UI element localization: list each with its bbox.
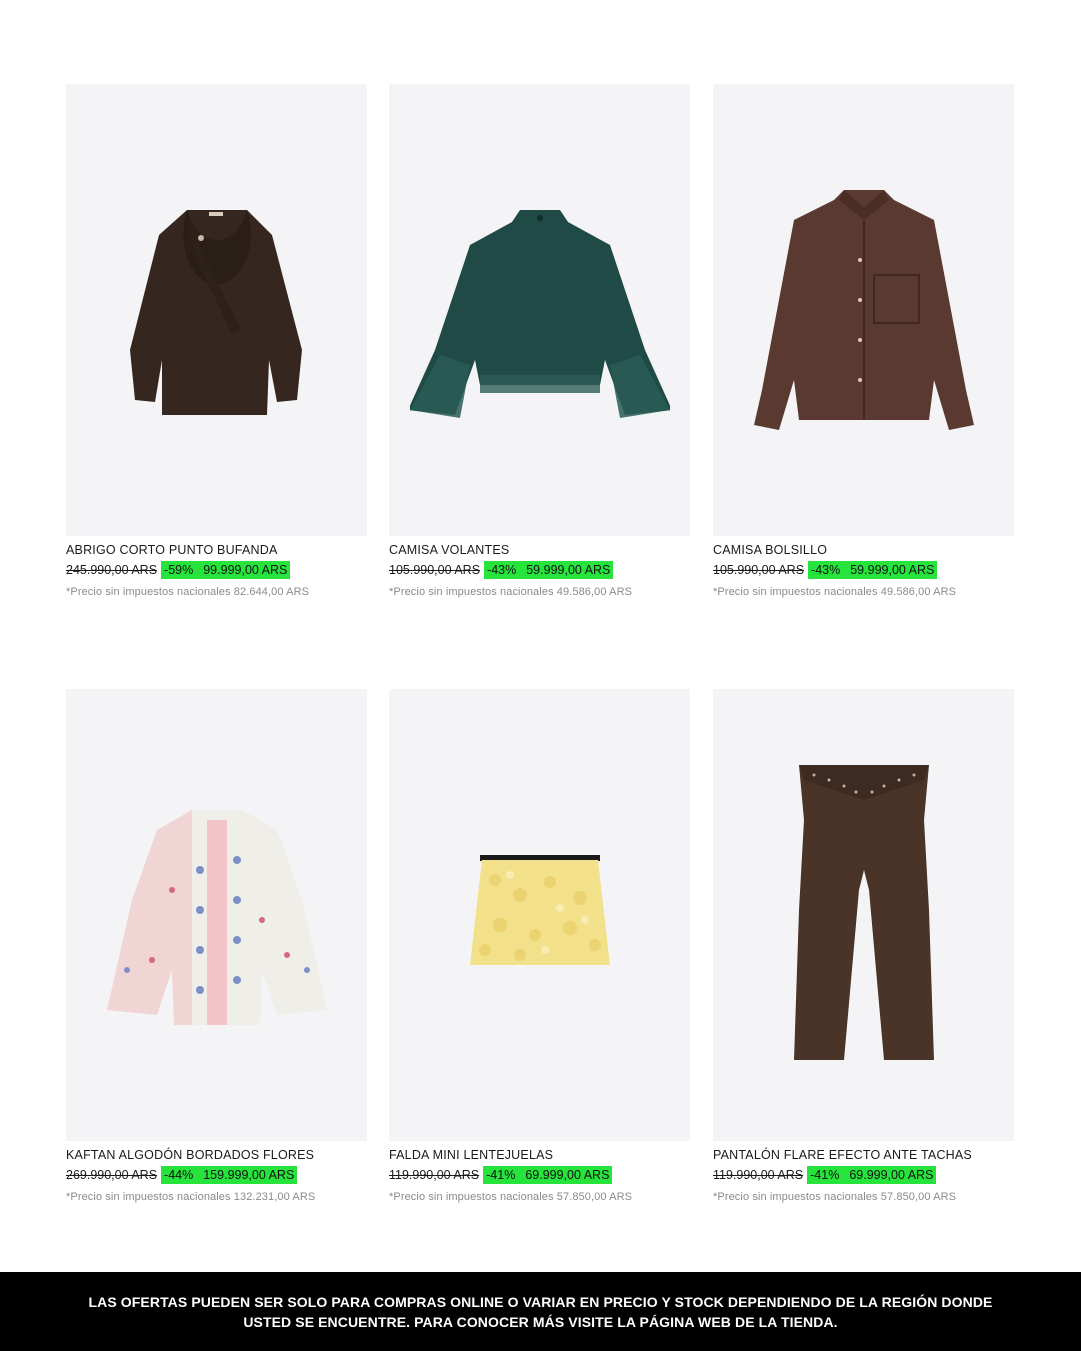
embroidered-kaftan-icon [106, 810, 327, 1025]
sale-price: 99.999,00 ARS [203, 563, 288, 577]
product-card[interactable]: CAMISA VOLANTES 105.990,00 ARS -43% 59.9… [389, 84, 690, 598]
product-card[interactable]: FALDA MINI LENTEJUELAS 119.990,00 ARS -4… [389, 689, 690, 1203]
green-ruffle-blouse-icon [409, 210, 670, 418]
tax-note: *Precio sin impuestos nacionales 49.586,… [389, 586, 633, 598]
discount-badge: -43% 59.999,00 ARS [808, 561, 938, 579]
product-card[interactable]: PANTALÓN FLARE EFECTO ANTE TACHAS 119.99… [713, 689, 1014, 1203]
product-card[interactable]: ABRIGO CORTO PUNTO BUFANDA 245.990,00 AR… [66, 84, 367, 598]
discount-badge: -41% 69.999,00 ARS [483, 1166, 613, 1184]
product-image[interactable] [713, 689, 1014, 1141]
old-price: 119.990,00 ARS [713, 1168, 804, 1182]
discount-percent: -59% [164, 563, 194, 577]
disclaimer-banner: LAS OFERTAS PUEDEN SER SOLO PARA COMPRAS… [0, 1272, 1081, 1351]
sequin-mini-skirt-icon [469, 855, 610, 965]
product-image[interactable] [713, 84, 1014, 536]
disclaimer-text: LAS OFERTAS PUEDEN SER SOLO PARA COMPRAS… [88, 1293, 993, 1330]
tax-note: *Precio sin impuestos nacionales 57.850,… [389, 1191, 633, 1203]
discount-badge: -41% 69.999,00 ARS [807, 1166, 937, 1184]
price-row: 245.990,00 ARS -59% 99.999,00 ARS [66, 561, 367, 579]
suede-flare-pants-icon [793, 765, 934, 1060]
price-row: 119.990,00 ARS -41% 69.999,00 ARS [389, 1166, 690, 1184]
tax-note: *Precio sin impuestos nacionales 82.644,… [66, 586, 310, 598]
product-image[interactable] [66, 84, 367, 536]
product-grid: ABRIGO CORTO PUNTO BUFANDA 245.990,00 AR… [0, 0, 1081, 1272]
discount-badge: -59% 99.999,00 ARS [161, 561, 291, 579]
brown-knit-coat-icon [129, 210, 302, 415]
product-card[interactable]: KAFTAN ALGODÓN BORDADOS FLORES 269.990,0… [66, 689, 367, 1203]
discount-percent: -43% [487, 563, 517, 577]
product-name[interactable]: KAFTAN ALGODÓN BORDADOS FLORES [66, 1148, 367, 1163]
price-row: 269.990,00 ARS -44% 159.999,00 ARS [66, 1166, 367, 1184]
discount-percent: -43% [811, 563, 841, 577]
old-price: 245.990,00 ARS [66, 563, 158, 577]
tax-note: *Precio sin impuestos nacionales 57.850,… [713, 1191, 957, 1203]
product-image[interactable] [389, 84, 690, 536]
price-row: 119.990,00 ARS -41% 69.999,00 ARS [713, 1166, 1014, 1184]
sale-price: 69.999,00 ARS [849, 1168, 934, 1182]
sale-price: 59.999,00 ARS [850, 563, 935, 577]
old-price: 269.990,00 ARS [66, 1168, 158, 1182]
discount-percent: -41% [486, 1168, 516, 1182]
tax-note: *Precio sin impuestos nacionales 49.586,… [713, 586, 957, 598]
sale-price: 159.999,00 ARS [203, 1168, 295, 1182]
product-name[interactable]: CAMISA VOLANTES [389, 543, 690, 558]
discount-badge: -44% 159.999,00 ARS [161, 1166, 298, 1184]
old-price: 105.990,00 ARS [713, 563, 805, 577]
sale-price: 69.999,00 ARS [525, 1168, 610, 1182]
product-name[interactable]: CAMISA BOLSILLO [713, 543, 1014, 558]
product-image[interactable] [66, 689, 367, 1141]
product-card[interactable]: CAMISA BOLSILLO 105.990,00 ARS -43% 59.9… [713, 84, 1014, 598]
discount-badge: -43% 59.999,00 ARS [484, 561, 614, 579]
product-name[interactable]: ABRIGO CORTO PUNTO BUFANDA [66, 543, 367, 558]
old-price: 105.990,00 ARS [389, 563, 481, 577]
price-row: 105.990,00 ARS -43% 59.999,00 ARS [389, 561, 690, 579]
product-name[interactable]: FALDA MINI LENTEJUELAS [389, 1148, 690, 1163]
tax-note: *Precio sin impuestos nacionales 132.231… [66, 1191, 316, 1203]
discount-percent: -41% [810, 1168, 840, 1182]
sale-price: 59.999,00 ARS [526, 563, 611, 577]
product-image[interactable] [389, 689, 690, 1141]
brown-pocket-shirt-icon [753, 190, 974, 430]
product-name[interactable]: PANTALÓN FLARE EFECTO ANTE TACHAS [713, 1148, 1014, 1163]
price-row: 105.990,00 ARS -43% 59.999,00 ARS [713, 561, 1014, 579]
old-price: 119.990,00 ARS [389, 1168, 480, 1182]
discount-percent: -44% [164, 1168, 194, 1182]
